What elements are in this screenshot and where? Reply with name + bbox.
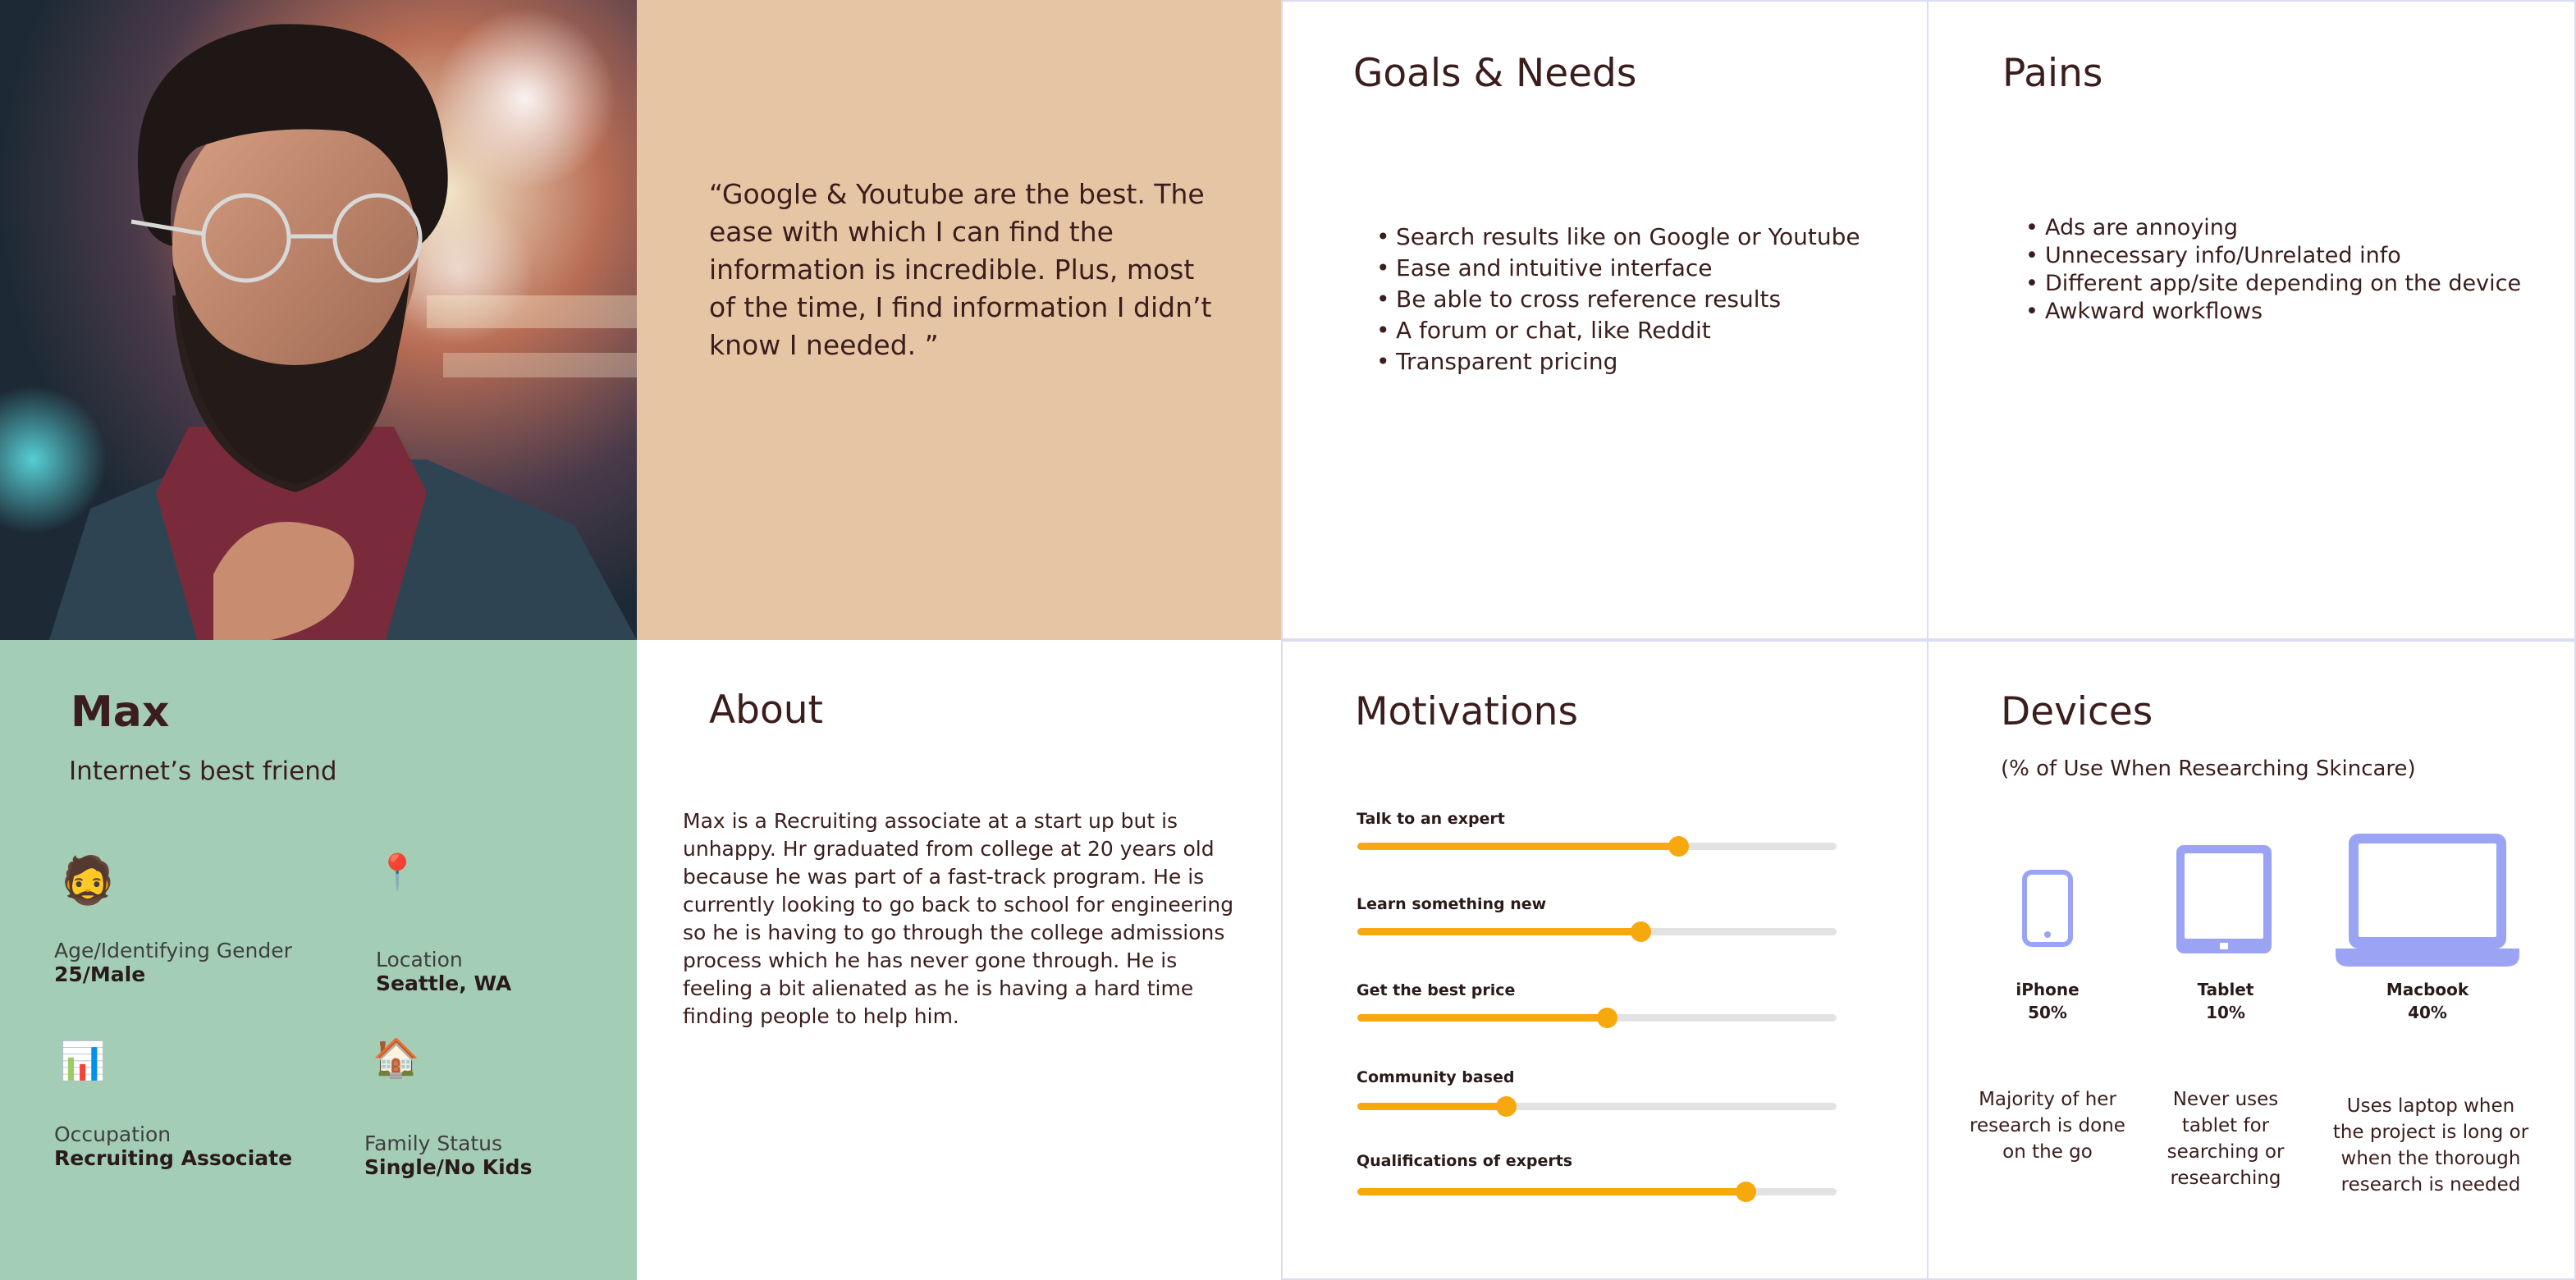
device-description: Never uses tablet for searching or resea… <box>2166 1089 2285 1189</box>
device-percent: 50% <box>2028 1003 2067 1022</box>
goals-title: Goals & Needs <box>1353 51 1637 96</box>
devices-subtitle: (% of Use When Researching Skincare) <box>2001 757 2416 781</box>
device-name: Macbook <box>2386 980 2469 999</box>
motivation-slider <box>1357 836 1837 857</box>
family-status-value: Single/No Kids <box>364 1155 533 1179</box>
family-status-label: Family Status <box>364 1131 503 1155</box>
motivation-slider-fill <box>1357 1188 1746 1195</box>
motivation-label: Get the best price <box>1357 981 1516 999</box>
quote-panel: “Google & Youtube are the best. The ease… <box>637 0 1282 640</box>
list-item: Unnecessary info/Unrelated info <box>2025 242 2521 270</box>
motivation-slider-fill <box>1357 843 1679 850</box>
devices-panel: Devices (% of Use When Researching Skinc… <box>1927 640 2576 1280</box>
list-item: Ease and intuitive interface <box>1376 253 1860 284</box>
pains-title: Pains <box>2002 51 2103 96</box>
goals-panel: Goals & Needs Search results like on Goo… <box>1281 0 1929 640</box>
house-icon: 🏠 <box>373 1036 420 1079</box>
age-gender-label: Age/Identifying Gender <box>54 939 292 962</box>
pains-panel: Pains Ads are annoying Unnecessary info/… <box>1927 0 2576 640</box>
motivation-slider <box>1357 1008 1837 1028</box>
devices-title: Devices <box>2001 689 2153 734</box>
about-title: About <box>709 688 823 733</box>
device-percent: 40% <box>2408 1003 2447 1022</box>
persona-photo-illustration <box>0 0 637 640</box>
list-item: Search results like on Google or Youtube <box>1376 222 1860 253</box>
device-description: Uses laptop when the project is long or … <box>2332 1095 2529 1195</box>
motivations-title: Motivations <box>1355 689 1578 734</box>
motivation-label: Community based <box>1357 1068 1515 1086</box>
list-item: Transparent pricing <box>1376 346 1860 377</box>
motivation-slider-knob <box>1596 1008 1617 1028</box>
phone-icon <box>2022 870 2073 947</box>
motivation-slider-knob <box>1736 1182 1757 1202</box>
motivation-slider-knob <box>1630 921 1651 942</box>
device-description: Majority of her research is done on the … <box>1970 1089 2125 1163</box>
persona-tagline: Internet’s best friend <box>69 757 337 786</box>
motivation-slider <box>1357 1182 1837 1202</box>
persona-photo <box>0 0 637 640</box>
list-item: Ads are annoying <box>2025 214 2521 242</box>
about-text: Max is a Recruiting associate at a start… <box>683 809 1234 1028</box>
list-item: Be able to cross reference results <box>1376 284 1860 315</box>
motivation-label: Talk to an expert <box>1357 810 1505 828</box>
persona-quote: “Google & Youtube are the best. The ease… <box>709 178 1212 361</box>
persona-name: Max <box>71 688 170 737</box>
age-gender-value: 25/Male <box>54 962 146 986</box>
motivation-slider <box>1357 921 1837 942</box>
bar-chart-icon: 📊 <box>59 1040 107 1082</box>
device-name: Tablet <box>2197 980 2254 999</box>
list-item: Different app/site depending on the devi… <box>2025 270 2521 298</box>
motivation-slider-knob <box>1668 836 1690 857</box>
bearded-man-icon: 🧔 <box>59 854 117 906</box>
list-item: A forum or chat, like Reddit <box>1376 315 1860 346</box>
pains-list: Ads are annoying Unnecessary info/Unrela… <box>2025 214 2521 326</box>
list-item: Awkward workflows <box>2025 298 2521 326</box>
pin-icon: 📍 <box>376 853 419 891</box>
device-name: iPhone <box>2016 980 2080 999</box>
occupation-label: Occupation <box>54 1122 172 1146</box>
motivation-label: Learn something new <box>1357 895 1547 913</box>
goals-list: Search results like on Google or Youtube… <box>1376 222 1860 377</box>
about-panel: About Max is a Recruiting associate at a… <box>637 640 1282 1280</box>
motivation-slider <box>1357 1096 1837 1117</box>
motivation-slider-fill <box>1357 1103 1507 1110</box>
motivation-slider-knob <box>1496 1096 1517 1117</box>
device-percent: 10% <box>2206 1003 2245 1022</box>
location-value: Seattle, WA <box>376 971 512 995</box>
profile-panel: Max Internet’s best friend 🧔 Age/Identif… <box>0 640 637 1280</box>
motivation-slider-fill <box>1357 928 1640 935</box>
motivation-slider-fill <box>1357 1014 1607 1022</box>
motivation-label: Qualifications of experts <box>1357 1152 1573 1170</box>
occupation-value: Recruiting Associate <box>54 1146 293 1170</box>
tablet-icon <box>2176 845 2272 953</box>
laptop-icon <box>2336 834 2519 967</box>
motivations-panel: Motivations Talk to an expert Learn some… <box>1281 640 1929 1280</box>
location-label: Location <box>376 948 463 971</box>
